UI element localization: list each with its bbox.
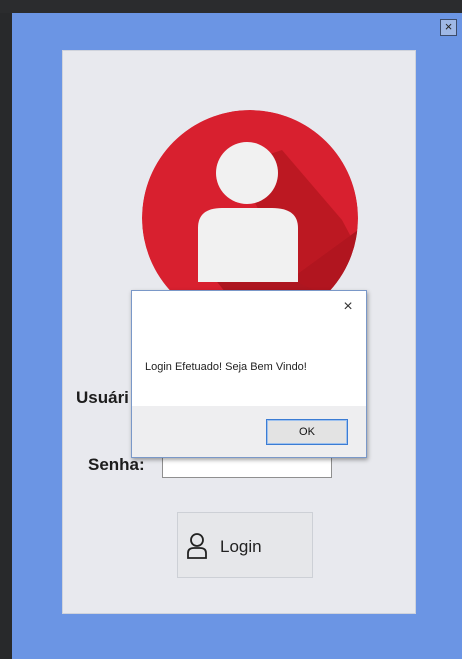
password-label: Senha: (88, 455, 145, 474)
dialog-close-button[interactable]: × (340, 298, 356, 316)
login-button-label: Login (220, 537, 262, 556)
window-close-button[interactable]: × (440, 19, 457, 36)
username-label: Usuári (76, 388, 129, 407)
user-icon (186, 531, 208, 561)
outer-frame-left (0, 13, 12, 659)
ok-button[interactable]: OK (266, 419, 348, 445)
close-icon: × (343, 298, 353, 315)
dialog-message: Login Efetuado! Seja Bem Vindo! (145, 361, 307, 373)
close-icon: × (444, 19, 453, 34)
outer-frame-top (0, 0, 462, 13)
